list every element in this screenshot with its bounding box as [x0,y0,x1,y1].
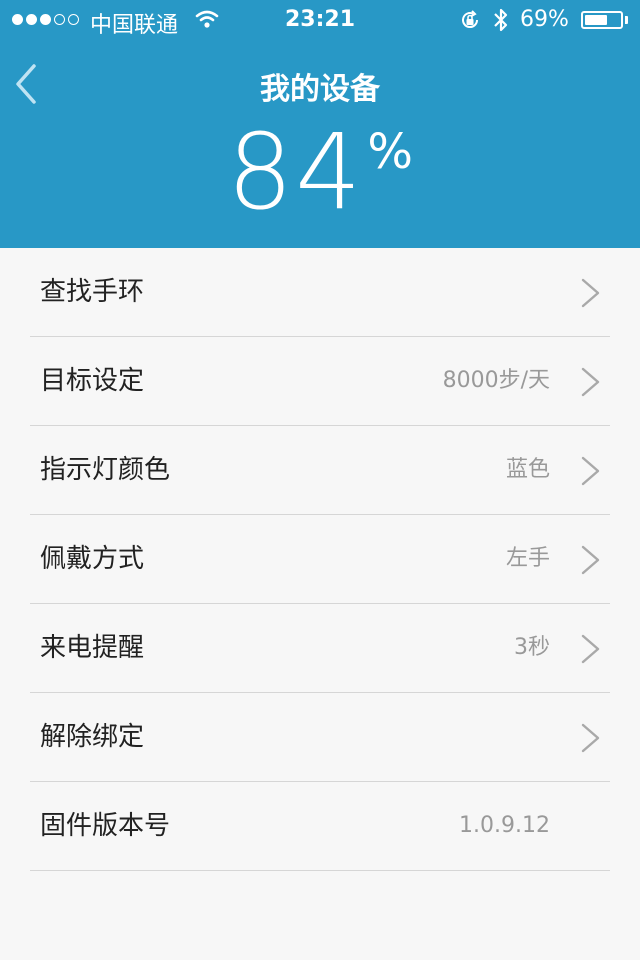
settings-row-unbind[interactable]: 解除绑定 [30,693,610,782]
row-label: 目标设定 [40,366,145,396]
settings-row-find-band[interactable]: 查找手环 [30,248,610,337]
rotation-lock-icon [458,8,482,38]
battery-icon [581,11,623,29]
row-label: 解除绑定 [40,722,145,752]
settings-row-light-color[interactable]: 指示灯颜色 蓝色 [30,426,610,515]
settings-row-firmware-version: 固件版本号 1.0.9.12 [30,782,610,871]
chevron-right-icon [581,367,600,397]
percent-sign: % [367,124,413,180]
chevron-right-icon [581,456,600,486]
firmware-version-value: 1.0.9.12 [459,813,550,838]
chevron-right-icon [581,545,600,575]
row-label: 佩戴方式 [40,544,145,574]
battery-level-display: 84% [0,118,640,226]
chevron-right-icon [581,278,600,308]
bluetooth-icon [492,7,510,39]
row-value: 蓝色 [505,457,550,482]
row-value: 3秒 [514,635,550,660]
battery-level-fill [585,15,608,25]
chevron-right-icon [581,723,600,753]
row-label: 指示灯颜色 [40,455,171,485]
battery-tip [625,16,628,24]
row-label: 固件版本号 [40,811,171,841]
battery-percent: 69% [520,7,569,32]
settings-row-wear-mode[interactable]: 佩戴方式 左手 [30,515,610,604]
settings-list: 查找手环 目标设定 8000步/天 指示灯颜色 蓝色 佩戴方式 左手 来电提醒 … [0,248,640,871]
page-title: 我的设备 [260,72,380,107]
settings-row-call-alert[interactable]: 来电提醒 3秒 [30,604,610,693]
row-value: 左手 [505,546,550,571]
row-label: 来电提醒 [40,633,145,663]
chevron-right-icon [581,634,600,664]
settings-row-goal[interactable]: 目标设定 8000步/天 [30,337,610,426]
status-bar: 中国联通 23:21 69% [0,0,640,40]
row-label: 查找手环 [40,277,145,307]
battery-level-value: 84 [227,111,364,233]
row-value: 8000步/天 [442,368,550,393]
header: 中国联通 23:21 69% 我的设备 84% [0,0,640,248]
